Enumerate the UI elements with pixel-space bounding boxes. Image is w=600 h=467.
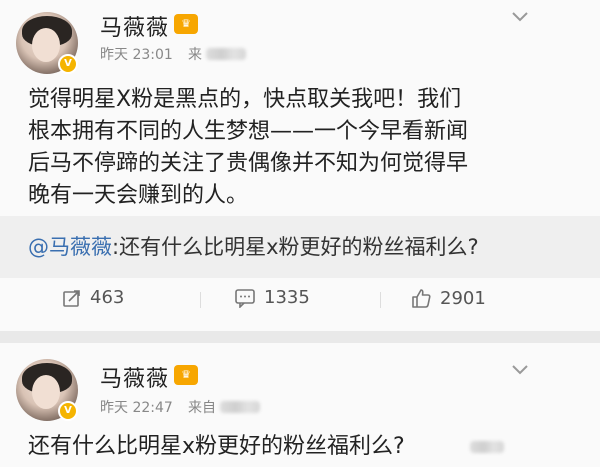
post-source-prefix: 来 xyxy=(188,47,202,63)
chevron-down-icon[interactable] xyxy=(510,361,530,382)
content-line: 觉得明星X粉是黑点的，快点取关我吧！我们 xyxy=(28,87,462,112)
repost-icon xyxy=(62,288,82,308)
post-source-prefix: 来自 xyxy=(188,400,216,416)
repost-button[interactable]: 463 xyxy=(62,287,124,308)
avatar-face xyxy=(32,28,60,62)
post-time[interactable]: 昨天 22:47 xyxy=(100,397,173,417)
vip-crown-icon[interactable]: ♛ xyxy=(174,14,198,34)
divider xyxy=(380,292,381,308)
post-content: 还有什么比明星x粉更好的粉丝福利么? xyxy=(28,431,405,463)
blurred-source xyxy=(220,401,260,413)
verified-badge-icon: V xyxy=(58,401,78,421)
comment-button[interactable]: 1335 xyxy=(234,287,310,308)
weibo-post: V 马薇薇 ♛ 昨天 22:47 来自 还有什么比明星x粉更好的粉丝福利么? xyxy=(0,343,600,467)
author-name[interactable]: 马薇薇 xyxy=(100,10,169,42)
repost-text: @马薇薇:还有什么比明星x粉更好的粉丝福利么? xyxy=(28,231,479,261)
thumbs-up-icon xyxy=(410,287,432,309)
like-count: 2901 xyxy=(440,287,486,309)
blurred-mark xyxy=(470,441,504,453)
reposted-content[interactable]: @马薇薇:还有什么比明星x粉更好的粉丝福利么? xyxy=(0,216,600,278)
post-time[interactable]: 昨天 23:01 xyxy=(100,44,173,64)
content-line: 还有什么比明星x粉更好的粉丝福利么? xyxy=(28,434,405,459)
author-name[interactable]: 马薇薇 xyxy=(100,361,169,393)
like-button[interactable]: 2901 xyxy=(410,287,486,309)
avatar-face xyxy=(32,375,60,409)
content-line: 晚有一天会赚到的人。 xyxy=(28,183,249,208)
content-line: 根本拥有不同的人生梦想——一个今早看新闻 xyxy=(28,119,469,144)
verified-badge-icon: V xyxy=(58,54,78,74)
weibo-post: V 马薇薇 ♛ 昨天 23:01 来 觉得明星X粉是黑点的，快点取关我吧！我们 … xyxy=(0,0,600,331)
comment-count: 1335 xyxy=(264,287,310,308)
repost-user-link[interactable]: @马薇薇 xyxy=(28,235,112,259)
chevron-down-icon[interactable] xyxy=(510,8,530,29)
repost-count: 463 xyxy=(90,287,125,308)
vip-crown-icon[interactable]: ♛ xyxy=(174,365,198,385)
blurred-source xyxy=(206,48,246,60)
repost-body: :还有什么比明星x粉更好的粉丝福利么? xyxy=(112,235,479,259)
comment-icon xyxy=(234,288,256,308)
post-content: 觉得明星X粉是黑点的，快点取关我吧！我们 根本拥有不同的人生梦想——一个今早看新… xyxy=(28,84,468,212)
action-bar: 463 1335 2901 xyxy=(0,278,600,320)
content-line: 后马不停蹄的关注了贵偶像并不知为何觉得早 xyxy=(28,151,469,176)
divider xyxy=(200,292,201,308)
